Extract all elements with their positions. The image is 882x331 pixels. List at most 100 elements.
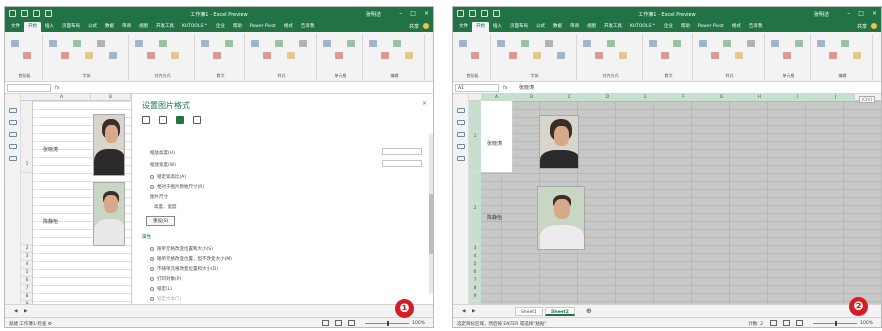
- ribbon-control-icon[interactable]: [23, 52, 31, 59]
- ribbon-tab-7[interactable]: 视图: [135, 22, 152, 32]
- ribbon-tab-12[interactable]: Power Pivot: [246, 22, 280, 32]
- move-size-radio[interactable]: 随单元格改变位置和大小(S): [150, 246, 213, 252]
- column-header-e[interactable]: E: [627, 94, 665, 101]
- ribbon-tab-12[interactable]: Power Pivot: [694, 22, 728, 32]
- name-cell-2[interactable]: 陈静怡: [487, 214, 502, 221]
- ribbon-tab-6[interactable]: 审阅: [566, 22, 583, 32]
- ribbon-tab-5[interactable]: 数据: [101, 22, 118, 32]
- maximize-icon[interactable]: □: [858, 10, 864, 17]
- ribbon-control-icon[interactable]: [287, 52, 295, 59]
- close-icon[interactable]: ×: [872, 10, 877, 17]
- move-only-radio[interactable]: 随单元格改变位置，但不改变大小(M): [150, 256, 232, 262]
- column-header-b[interactable]: B: [91, 94, 131, 101]
- row-header-9[interactable]: 9: [469, 293, 481, 301]
- ribbon-control-icon[interactable]: [699, 40, 707, 47]
- column-header-f[interactable]: F: [665, 94, 703, 101]
- ribbon-tab-6[interactable]: 审阅: [118, 22, 135, 32]
- ribbon-tab-14[interactable]: 告诉我: [297, 22, 319, 32]
- ribbon-control-icon[interactable]: [723, 40, 731, 47]
- sheet-icon[interactable]: [457, 132, 465, 137]
- cell-a1[interactable]: [481, 101, 513, 173]
- maximize-icon[interactable]: □: [410, 10, 416, 17]
- row-header-7[interactable]: 7: [469, 277, 481, 285]
- ribbon-control-icon[interactable]: [275, 40, 283, 47]
- ribbon-control-icon[interactable]: [509, 52, 517, 59]
- close-icon[interactable]: ×: [424, 10, 429, 17]
- ribbon-tab-5[interactable]: 数据: [549, 22, 566, 32]
- ribbon-tab-13[interactable]: 格式: [728, 22, 745, 32]
- paste-options-button[interactable]: (Ctrl): [858, 96, 875, 103]
- column-header-b[interactable]: B: [513, 94, 551, 101]
- user-name[interactable]: 张明洁: [814, 11, 829, 18]
- ribbon-control-icon[interactable]: [49, 40, 57, 47]
- column-header-h[interactable]: H: [741, 94, 779, 101]
- ribbon-tab-14[interactable]: 告诉我: [745, 22, 767, 32]
- sheet-tab-sheet2[interactable]: Sheet2: [545, 307, 575, 316]
- ribbon-control-icon[interactable]: [735, 52, 743, 59]
- name-box[interactable]: [7, 84, 51, 92]
- ribbon-control-icon[interactable]: [557, 52, 565, 59]
- row-header-3[interactable]: 3: [469, 245, 481, 253]
- ribbon-control-icon[interactable]: [649, 40, 657, 47]
- ribbon-control-icon[interactable]: [405, 52, 413, 59]
- name-cell-1[interactable]: 张晓涛: [43, 146, 58, 153]
- ribbon-control-icon[interactable]: [73, 40, 81, 47]
- photo-person-1[interactable]: [539, 115, 579, 169]
- reset-button[interactable]: 重设(S): [146, 216, 176, 226]
- fill-line-icon[interactable]: [142, 116, 150, 124]
- ribbon-tab-13[interactable]: 格式: [280, 22, 297, 32]
- relative-size-checkbox[interactable]: 相对于图片原始尺寸(R): [150, 184, 204, 190]
- column-header-a[interactable]: A: [33, 94, 91, 101]
- row-header-7[interactable]: 7: [21, 285, 33, 293]
- ribbon-tab-3[interactable]: 页面布局: [58, 22, 84, 32]
- lock-aspect-checkbox[interactable]: 锁定宽高比(A): [150, 174, 186, 180]
- column-header-d[interactable]: D: [589, 94, 627, 101]
- column-header-g[interactable]: G: [703, 94, 741, 101]
- print-object-checkbox[interactable]: 打印对象(P): [150, 276, 181, 282]
- name-cell-1[interactable]: 张晓涛: [487, 140, 502, 147]
- row-header-2[interactable]: 2: [21, 245, 33, 253]
- page-break-icon[interactable]: [796, 320, 803, 326]
- ribbon-tab-4[interactable]: 公式: [84, 22, 101, 32]
- worksheet-grid[interactable]: A B 1 2 3 4 5 6 7 8 9 张晓涛 陈静怡: [21, 94, 131, 304]
- navigation-icon[interactable]: [457, 108, 465, 113]
- row-header-blank[interactable]: [21, 173, 33, 245]
- ribbon-tab-8[interactable]: 开发工具: [152, 22, 178, 32]
- ribbon-control-icon[interactable]: [497, 40, 505, 47]
- row-header-6[interactable]: 6: [21, 277, 33, 285]
- ribbon-control-icon[interactable]: [323, 40, 331, 47]
- ribbon-control-icon[interactable]: [159, 40, 167, 47]
- row-header-4[interactable]: 4: [469, 253, 481, 261]
- ribbon-control-icon[interactable]: [147, 52, 155, 59]
- user-name[interactable]: 张明洁: [366, 11, 381, 18]
- ribbon-tab-11[interactable]: 帮助: [677, 22, 694, 32]
- photo-person-2[interactable]: [93, 182, 125, 246]
- ribbon-control-icon[interactable]: [381, 52, 389, 59]
- ribbon-tab-2[interactable]: 插入: [489, 22, 506, 32]
- pane-scrollbar[interactable]: [429, 134, 433, 294]
- ribbon-control-icon[interactable]: [583, 40, 591, 47]
- ribbon-tab-1[interactable]: 开始: [472, 22, 489, 32]
- ribbon-control-icon[interactable]: [299, 40, 307, 47]
- effects-icon[interactable]: [159, 116, 167, 124]
- ribbon-tab-3[interactable]: 页面布局: [506, 22, 532, 32]
- zoom-slider[interactable]: [365, 321, 409, 326]
- ribbon-tab-10[interactable]: 企业: [212, 22, 229, 32]
- normal-view-icon[interactable]: [322, 320, 329, 326]
- ribbon-tab-7[interactable]: 视图: [583, 22, 600, 32]
- ribbon-tab-8[interactable]: 开发工具: [600, 22, 626, 32]
- name-cell-2[interactable]: 陈静怡: [43, 218, 58, 225]
- share-button[interactable]: 共享: [409, 22, 419, 32]
- ribbon-control-icon[interactable]: [335, 52, 343, 59]
- column-header-j[interactable]: J: [817, 94, 855, 101]
- ribbon-control-icon[interactable]: [817, 40, 825, 47]
- ribbon-control-icon[interactable]: [673, 40, 681, 47]
- ribbon-control-icon[interactable]: [97, 40, 105, 47]
- fx-icon[interactable]: fx: [55, 84, 60, 92]
- ribbon-tab-1[interactable]: 开始: [24, 22, 41, 32]
- normal-view-icon[interactable]: [770, 320, 777, 326]
- sheet-tab-sheet1[interactable]: Sheet1: [515, 307, 543, 316]
- sheet-nav-next-icon[interactable]: ▶: [467, 307, 480, 316]
- ribbon-control-icon[interactable]: [829, 52, 837, 59]
- ribbon-control-icon[interactable]: [85, 52, 93, 59]
